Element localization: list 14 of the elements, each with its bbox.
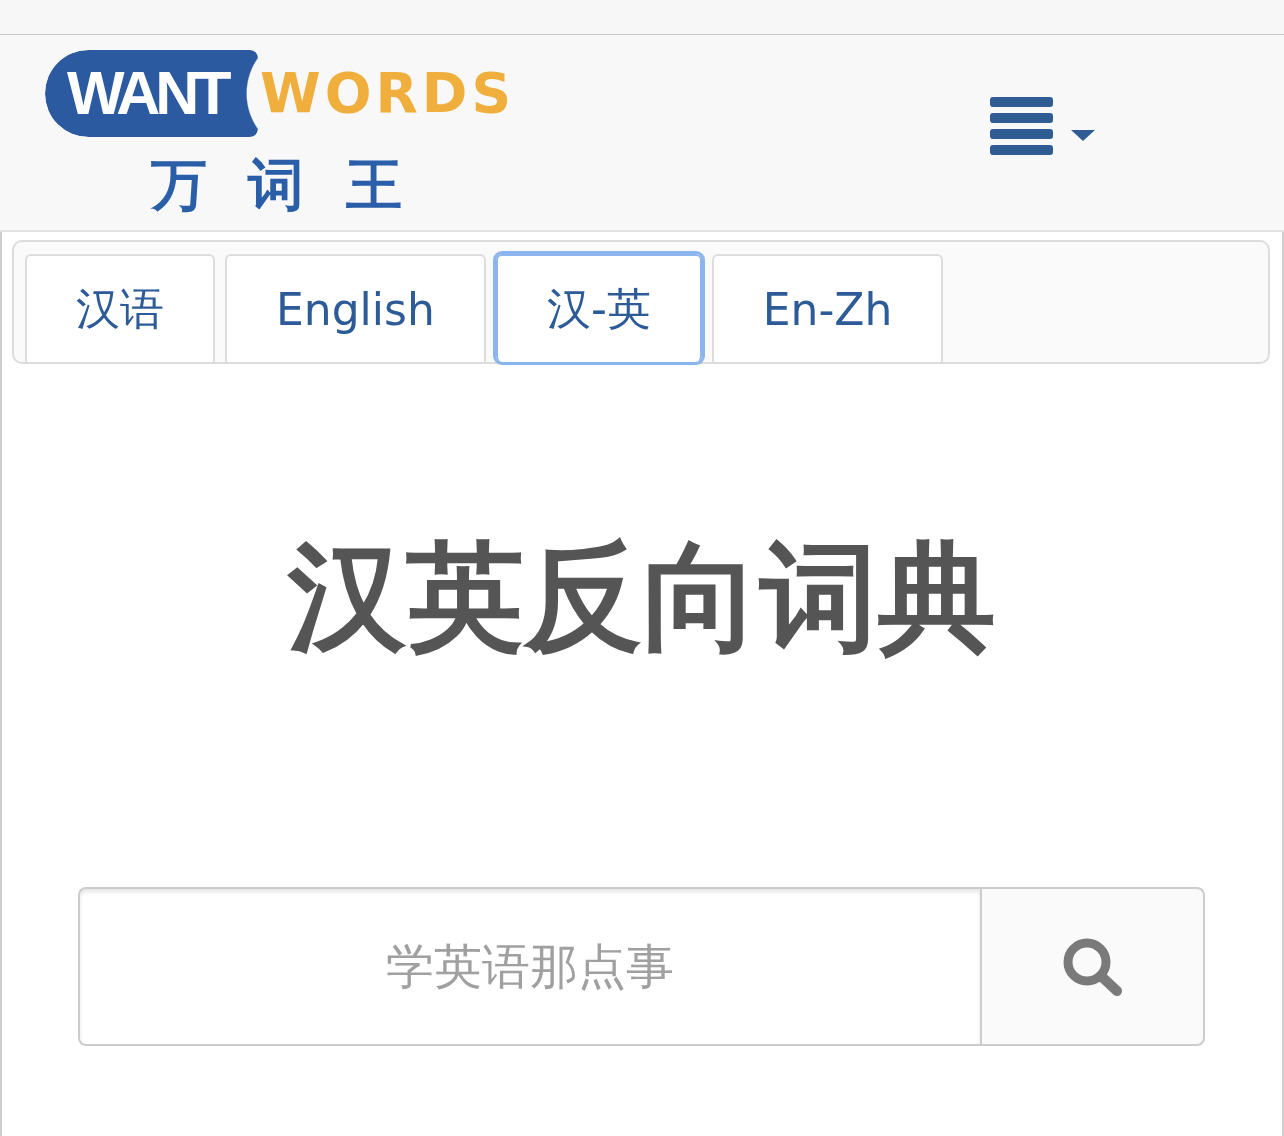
tab[interactable]: En-Zh <box>711 254 944 362</box>
hamburger-menu-icon <box>990 97 1053 155</box>
caret-icon <box>1071 129 1095 141</box>
logo-wordmark: WORDS <box>260 66 516 121</box>
search-button[interactable] <box>980 887 1205 1046</box>
tab[interactable]: 汉语 <box>25 254 215 362</box>
tab[interactable]: English <box>225 254 486 362</box>
search-field[interactable]: 学英语那点事 <box>78 887 980 1046</box>
search-icon <box>1062 937 1123 996</box>
tab[interactable]: 汉-英 <box>495 254 702 362</box>
page-title: 汉英反向词典 <box>286 527 997 668</box>
logo-chinese-name: 万 词 王 <box>151 157 402 213</box>
menu-button[interactable] <box>990 97 1095 155</box>
logo-badge: WANT <box>45 50 258 137</box>
